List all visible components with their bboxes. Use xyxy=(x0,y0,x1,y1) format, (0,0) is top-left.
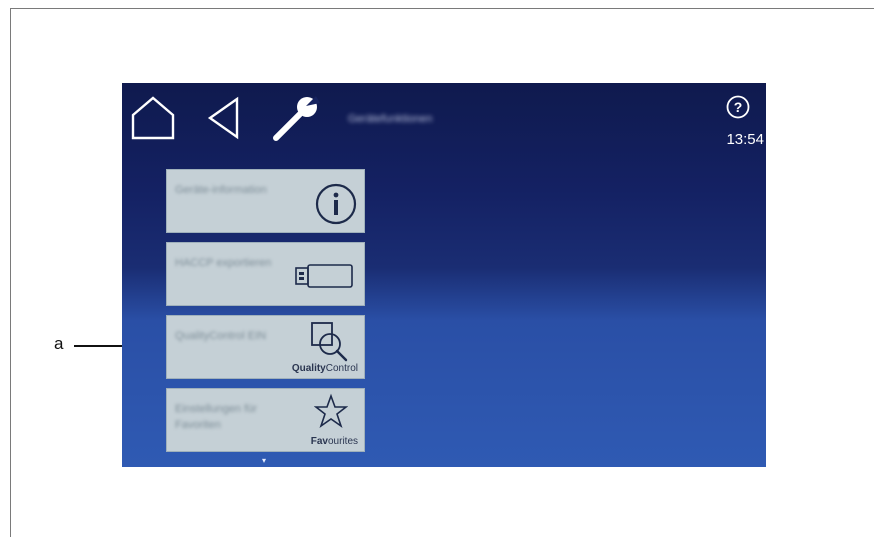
star-icon xyxy=(314,393,348,429)
clock: 13:54 xyxy=(726,131,764,148)
tile-label: QualityControl EIN xyxy=(175,330,267,342)
caption-bold: Fav xyxy=(310,436,328,447)
usb-stick-icon xyxy=(295,264,353,288)
caption-bold: Quality xyxy=(291,363,326,374)
callout-label: a xyxy=(54,334,64,353)
caption-rest: Control xyxy=(325,363,358,374)
tile-haccp-export[interactable]: HACCP exportieren xyxy=(166,242,365,306)
tile-quality-control[interactable]: QualityControl EIN QualityControl xyxy=(166,315,365,379)
top-bar: Gerätefunktionen ? 13:54 xyxy=(122,83,766,153)
help-icon[interactable]: ? xyxy=(726,95,750,119)
tile-device-information[interactable]: Geräte-information xyxy=(166,169,365,233)
tile-label: Geräte-information xyxy=(175,184,267,196)
quality-control-caption: QualityControl xyxy=(292,363,358,374)
svg-text:?: ? xyxy=(734,99,743,115)
scroll-down-indicator[interactable]: ▾ xyxy=(262,456,266,465)
caption-rest: ourites xyxy=(327,436,358,447)
tile-favourites[interactable]: Einstellungen für Favoriten Favourites xyxy=(166,388,365,452)
favourites-caption: Favourites xyxy=(311,436,358,447)
home-icon[interactable] xyxy=(130,95,176,141)
quality-control-icon xyxy=(311,322,348,362)
info-icon xyxy=(315,183,357,225)
device-screen: Gerätefunktionen ? 13:54 Geräte-informat… xyxy=(122,83,766,467)
tile-label: HACCP exportieren xyxy=(175,257,272,269)
frame-border-left xyxy=(10,8,11,537)
tile-label: Einstellungen für Favoriten xyxy=(175,403,257,431)
frame-border-top xyxy=(10,8,874,9)
screen-title: Gerätefunktionen xyxy=(348,113,433,125)
wrench-icon[interactable] xyxy=(270,93,322,143)
back-icon[interactable] xyxy=(206,95,240,141)
